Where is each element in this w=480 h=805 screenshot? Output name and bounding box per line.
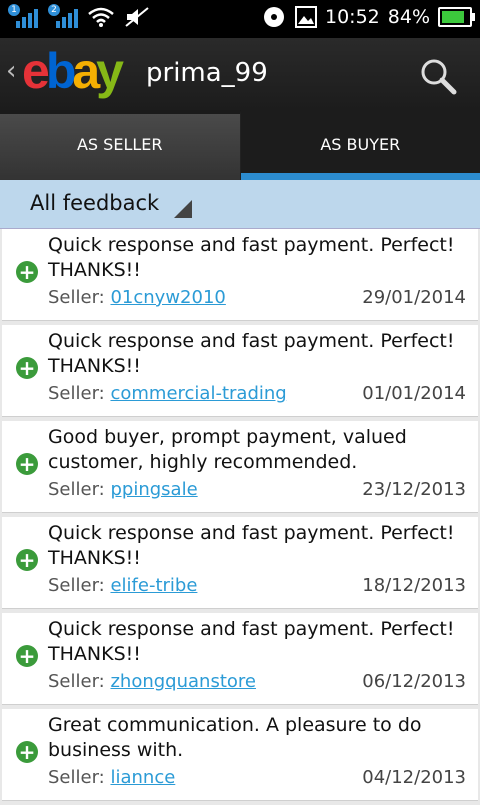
- feedback-comment: Quick response and fast payment. Perfect…: [48, 617, 468, 667]
- feedback-comment: Great communication. A pleasure to do bu…: [48, 713, 468, 763]
- sim2-signal-icon: 2: [48, 6, 78, 28]
- seller-link[interactable]: elife-tribe: [110, 575, 197, 596]
- feedback-filter-dropdown[interactable]: All feedback: [0, 180, 480, 229]
- filter-label: All feedback: [30, 191, 159, 215]
- list-item[interactable]: + Quick response and fast payment. Perfe…: [2, 325, 478, 417]
- seller-line: Seller: liannce: [48, 767, 175, 788]
- ebay-logo[interactable]: ebay: [22, 42, 120, 100]
- search-icon[interactable]: [418, 56, 458, 96]
- feedback-date: 01/01/2014: [362, 383, 466, 404]
- tab-bar: AS SELLER AS BUYER: [0, 110, 480, 180]
- feedback-list: + Quick response and fast payment. Perfe…: [0, 229, 480, 805]
- seller-line: Seller: zhongquanstore: [48, 671, 256, 692]
- seller-line: Seller: elife-tribe: [48, 575, 197, 596]
- feedback-date: 29/01/2014: [362, 287, 466, 308]
- status-bar: 1 2 10:52 84%: [0, 0, 480, 38]
- chevron-left-icon[interactable]: ‹: [6, 56, 16, 86]
- feedback-date: 23/12/2013: [362, 479, 466, 500]
- feedback-comment: Quick response and fast payment. Perfect…: [48, 329, 468, 379]
- seller-link[interactable]: ppingsale: [110, 479, 197, 500]
- battery-percent: 84%: [388, 6, 430, 28]
- list-item[interactable]: + Quick response and fast payment. Perfe…: [2, 229, 478, 321]
- sim1-signal-icon: 1: [8, 6, 38, 28]
- gallery-icon: [295, 6, 317, 28]
- tab-as-buyer[interactable]: AS BUYER: [241, 110, 480, 180]
- list-item[interactable]: + Great communication. A pleasure to do …: [2, 709, 478, 801]
- feedback-date: 04/12/2013: [362, 767, 466, 788]
- clock: 10:52: [325, 6, 380, 28]
- list-item[interactable]: + Quick response and fast payment. Perfe…: [2, 613, 478, 705]
- feedback-comment: Quick response and fast payment. Perfect…: [48, 521, 468, 571]
- username-title: prima_99: [146, 58, 268, 88]
- positive-feedback-icon: +: [16, 741, 38, 763]
- wifi-icon: [88, 6, 114, 28]
- battery-icon: [438, 7, 472, 27]
- feedback-comment: Good buyer, prompt payment, valued custo…: [48, 425, 468, 475]
- seller-link[interactable]: zhongquanstore: [110, 671, 256, 692]
- seller-link[interactable]: 01cnyw2010: [110, 287, 225, 308]
- nfc-disc-icon: [261, 4, 287, 30]
- seller-link[interactable]: commercial-trading: [110, 383, 286, 404]
- list-item[interactable]: + Quick response and fast payment. Perfe…: [2, 517, 478, 609]
- dropdown-triangle-icon: [174, 200, 192, 218]
- positive-feedback-icon: +: [16, 645, 38, 667]
- mute-icon: [124, 6, 150, 28]
- feedback-comment: Quick response and fast payment. Perfect…: [48, 233, 468, 283]
- seller-line: Seller: commercial-trading: [48, 383, 287, 404]
- positive-feedback-icon: +: [16, 549, 38, 571]
- positive-feedback-icon: +: [16, 453, 38, 475]
- seller-line: Seller: 01cnyw2010: [48, 287, 226, 308]
- tab-as-seller[interactable]: AS SELLER: [0, 110, 241, 180]
- positive-feedback-icon: +: [16, 357, 38, 379]
- seller-link[interactable]: liannce: [110, 767, 175, 788]
- action-bar: ‹ ebay prima_99: [0, 38, 480, 110]
- feedback-date: 18/12/2013: [362, 575, 466, 596]
- seller-line: Seller: ppingsale: [48, 479, 198, 500]
- list-item[interactable]: + Good buyer, prompt payment, valued cus…: [2, 421, 478, 513]
- positive-feedback-icon: +: [16, 261, 38, 283]
- feedback-date: 06/12/2013: [362, 671, 466, 692]
